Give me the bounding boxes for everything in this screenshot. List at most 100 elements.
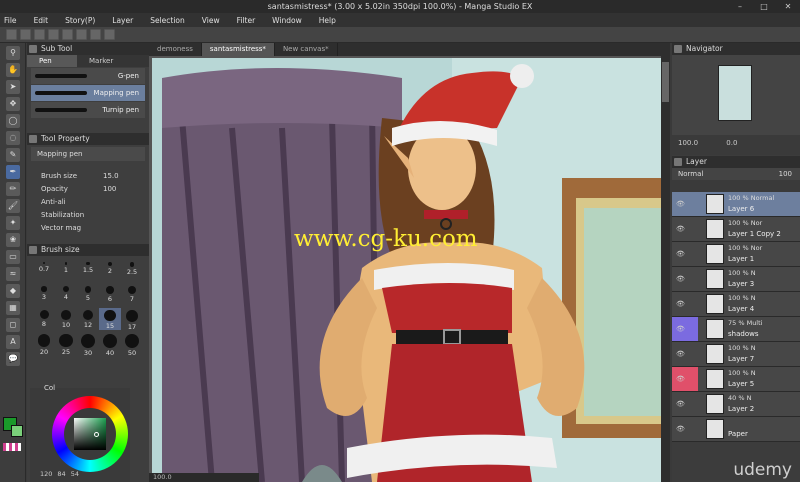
visibility-eye-icon[interactable]: 👁 [676,425,686,433]
open-file-icon[interactable] [20,29,31,40]
save-icon[interactable] [34,29,45,40]
layer-row[interactable]: 👁 100 % Nor Layer 1 [672,242,800,267]
brush-size-preset[interactable]: 8 [33,308,55,330]
layer-row[interactable]: 👁 100 % N Layer 7 [672,342,800,367]
brush-size-preset[interactable]: 5 [77,284,99,306]
visibility-eye-icon[interactable]: 👁 [676,300,686,308]
clear-icon[interactable] [76,29,87,40]
operation-tool-icon[interactable]: ➤ [6,80,20,94]
brush-item-g-pen[interactable]: G-pen [31,68,145,84]
eraser-tool-icon[interactable]: ▭ [6,250,20,264]
sub-color-swatch[interactable] [11,425,23,437]
tab-marker[interactable]: Marker [77,55,127,67]
brush-tool-icon[interactable]: 🖌 [6,199,20,213]
opacity-value[interactable]: 100 [103,185,116,193]
visibility-eye-icon[interactable]: 👁 [676,375,686,383]
tab-pen[interactable]: Pen [27,55,77,67]
layer-row[interactable]: 👁 100 % Nor Layer 1 Copy 2 [672,217,800,242]
brush-size-preset[interactable]: 40 [99,332,121,357]
zoom-tool-icon[interactable]: ⚲ [6,46,20,60]
brush-size-preset[interactable]: 0.7 [33,260,55,282]
menu-filter[interactable]: Filter [237,16,256,25]
menu-layer[interactable]: Layer [112,16,133,25]
visibility-eye-icon[interactable]: 👁 [676,225,686,233]
balloon-tool-icon[interactable]: 💬 [6,352,20,366]
decoration-tool-icon[interactable]: ❀ [6,233,20,247]
brush-size-preset[interactable]: 2 [99,260,121,282]
brush-size-preset[interactable]: 10 [55,308,77,330]
brush-item-mapping-pen[interactable]: Mapping pen [31,85,145,101]
brush-size-preset[interactable]: 25 [55,332,77,356]
brush-size-preset[interactable]: 12 [77,308,99,330]
lasso-tool-icon[interactable]: ◌ [6,131,20,145]
layer-row[interactable]: 👁 100 % N Layer 3 [672,267,800,292]
color-value-v[interactable]: 54 [71,470,79,478]
visibility-eye-icon[interactable]: 👁 [676,400,686,408]
menu-window[interactable]: Window [272,16,302,25]
opacity-row[interactable]: Opacity 100 [27,182,149,195]
canvas-scrollbar[interactable] [661,56,670,482]
move-layer-icon[interactable]: ✥ [6,97,20,111]
visibility-eye-icon[interactable]: 👁 [676,275,686,283]
brush-size-preset[interactable]: 17 [121,308,143,331]
maximize-button[interactable]: □ [752,0,776,13]
color-value-h[interactable]: 120 [40,470,52,478]
blend-mode-select[interactable]: Normal [678,170,703,178]
fill-tool-icon[interactable]: ◆ [6,284,20,298]
brush-size-preset[interactable]: 50 [121,332,143,357]
visibility-eye-icon[interactable]: 👁 [676,250,686,258]
brush-size-preset[interactable]: 1.5 [77,260,99,282]
minimize-button[interactable]: – [728,0,752,13]
pen-tool-icon[interactable]: ✒ [6,165,20,179]
select-tool-icon[interactable]: ◯ [6,114,20,128]
layer-opacity-value[interactable]: 100 [779,168,792,180]
brush-size-preset[interactable]: 20 [33,332,55,356]
new-file-icon[interactable] [6,29,17,40]
brush-size-value[interactable]: 15.0 [103,172,119,180]
gradient-tool-icon[interactable]: ▦ [6,301,20,315]
airbrush-tool-icon[interactable]: ✦ [6,216,20,230]
layer-row[interactable]: 👁 75 % Multi shadows [672,317,800,342]
menu-help[interactable]: Help [319,16,336,25]
brush-size-preset[interactable]: 3 [33,284,55,306]
transform-icon[interactable] [90,29,101,40]
artwork-canvas[interactable]: www.cg-ku.com [152,58,662,482]
navigator-angle[interactable]: 0.0 [726,139,737,147]
layer-row[interactable]: 👁 40 % N Layer 2 [672,392,800,417]
vector-magnet-row[interactable]: Vector mag [27,221,149,234]
brush-size-preset[interactable]: 15 [99,308,121,330]
menu-view[interactable]: View [202,16,220,25]
menu-edit[interactable]: Edit [34,16,49,25]
visibility-eye-icon[interactable]: 👁 [676,350,686,358]
zoom-icon[interactable] [104,29,115,40]
canvas-area[interactable]: www.cg-ku.com [149,56,670,482]
brush-size-preset[interactable]: 4 [55,284,77,306]
brush-size-preset[interactable]: 6 [99,284,121,306]
saturation-value-square[interactable] [74,418,106,450]
pencil-tool-icon[interactable]: ✏ [6,182,20,196]
menu-selection[interactable]: Selection [150,16,185,25]
hand-tool-icon[interactable]: ✋ [6,63,20,77]
tab-santasmistress[interactable]: santasmistress* [201,43,275,56]
navigator-zoom[interactable]: 100.0 [678,139,698,147]
transparent-color-swatch[interactable] [3,443,21,451]
layer-row[interactable]: 👁 100 % Normal Layer 6 [672,192,800,217]
tab-demoness[interactable]: demoness [149,43,202,56]
close-button[interactable]: ✕ [776,0,800,13]
color-picker-cursor[interactable] [94,432,99,437]
visibility-eye-icon[interactable]: 👁 [676,325,686,333]
brush-size-preset[interactable]: 30 [77,332,99,357]
redo-icon[interactable] [62,29,73,40]
layer-row[interactable]: 👁 100 % N Layer 5 [672,367,800,392]
undo-icon[interactable] [48,29,59,40]
visibility-eye-icon[interactable]: 👁 [676,200,686,208]
color-value-s[interactable]: 84 [57,470,65,478]
stabilization-row[interactable]: Stabilization [27,208,149,221]
figure-tool-icon[interactable]: ◻ [6,318,20,332]
antialias-row[interactable]: Anti-ali [27,195,149,208]
eyedropper-icon[interactable]: ✎ [6,148,20,162]
scrollbar-thumb[interactable] [662,62,669,102]
brush-item-turnip-pen[interactable]: Turnip pen [31,102,145,118]
layer-row[interactable]: 👁 100 % N Layer 4 [672,292,800,317]
blend-tool-icon[interactable]: ≈ [6,267,20,281]
